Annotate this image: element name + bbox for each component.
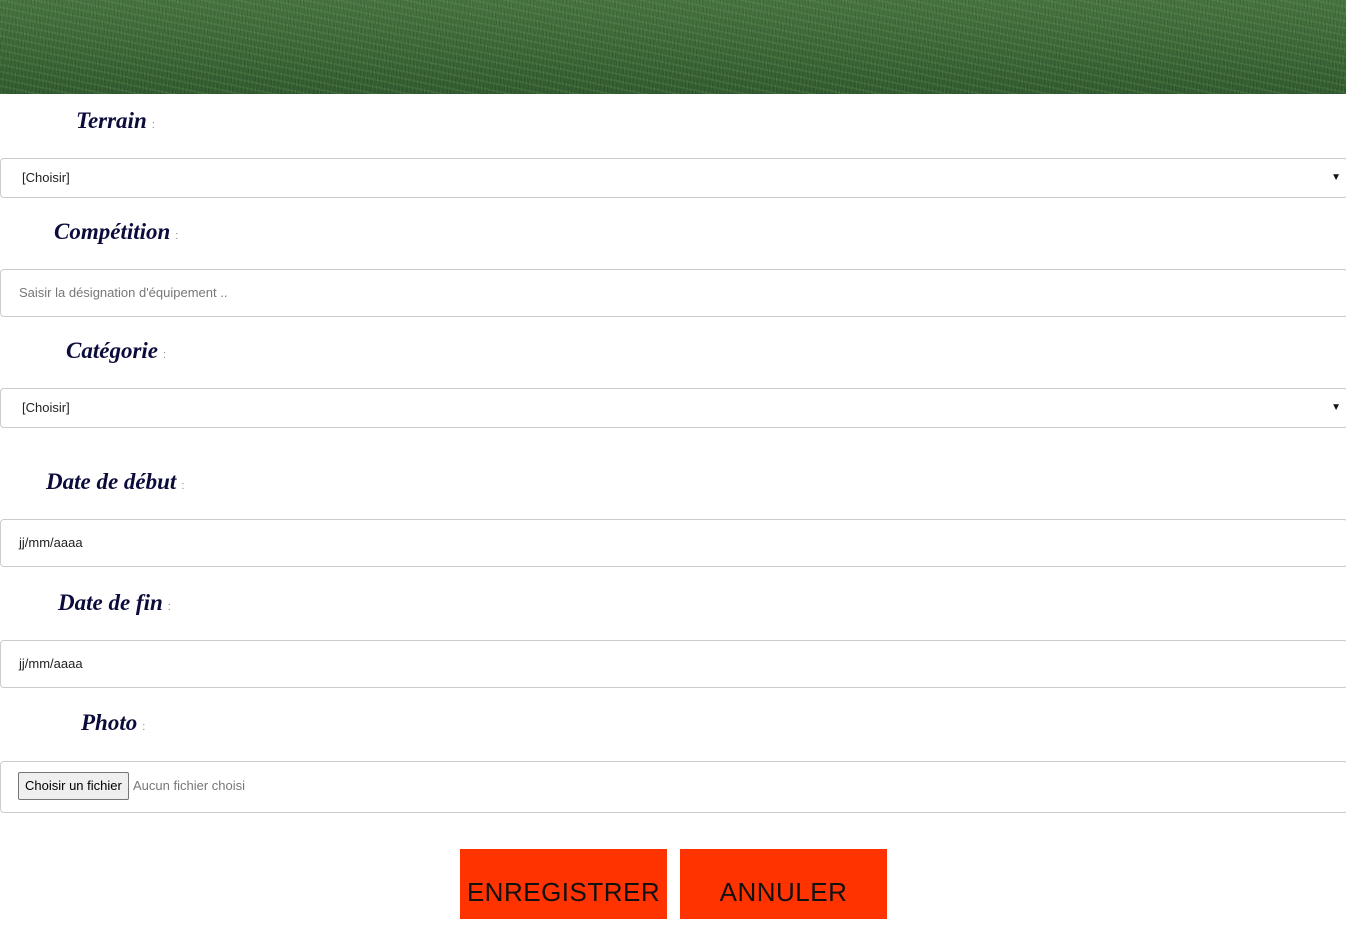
choose-file-button[interactable]: Choisir un fichier [18,772,129,800]
date-fin-label: Date de fin: [58,590,171,616]
date-debut-label: Date de début: [46,469,184,495]
photo-label-colon: : [142,721,146,733]
date-fin-label-text: Date de fin [58,590,163,615]
categorie-label: Catégorie: [66,338,166,364]
competition-label: Compétition: [54,219,178,245]
date-fin-placeholder: jj/mm/aaaa [19,656,83,671]
categorie-label-colon: : [163,349,167,361]
date-debut-placeholder: jj/mm/aaaa [19,535,83,550]
terrain-label-text: Terrain [76,108,147,133]
terrain-label: Terrain: [76,108,155,134]
photo-file-input: Choisir un fichier Aucun fichier choisi [0,761,1346,813]
save-button[interactable]: ENREGISTRER [460,849,667,919]
terrain-select[interactable]: [Choisir] ▼ [0,158,1346,198]
categorie-select-value: [Choisir] [22,400,70,415]
categorie-label-text: Catégorie [66,338,158,363]
competition-label-text: Compétition [54,219,171,244]
cancel-button[interactable]: ANNULER [680,849,887,919]
chevron-down-icon: ▼ [1331,172,1341,183]
photo-label: Photo: [81,710,145,736]
date-debut-input[interactable]: jj/mm/aaaa [0,519,1346,567]
date-fin-input[interactable]: jj/mm/aaaa [0,640,1346,688]
grass-banner-image [0,0,1346,94]
terrain-label-colon: : [151,119,155,131]
chevron-down-icon: ▼ [1331,402,1341,413]
terrain-select-value: [Choisir] [22,170,70,185]
date-debut-label-text: Date de début [46,469,177,494]
competition-input-placeholder: Saisir la désignation d'équipement .. [19,285,228,300]
competition-label-colon: : [175,230,179,242]
photo-label-text: Photo [81,710,138,735]
competition-input[interactable]: Saisir la désignation d'équipement .. [0,269,1346,317]
date-fin-label-colon: : [167,601,171,613]
categorie-select[interactable]: [Choisir] ▼ [0,388,1346,428]
file-status-text: Aucun fichier choisi [133,778,245,793]
date-debut-label-colon: : [181,480,185,492]
